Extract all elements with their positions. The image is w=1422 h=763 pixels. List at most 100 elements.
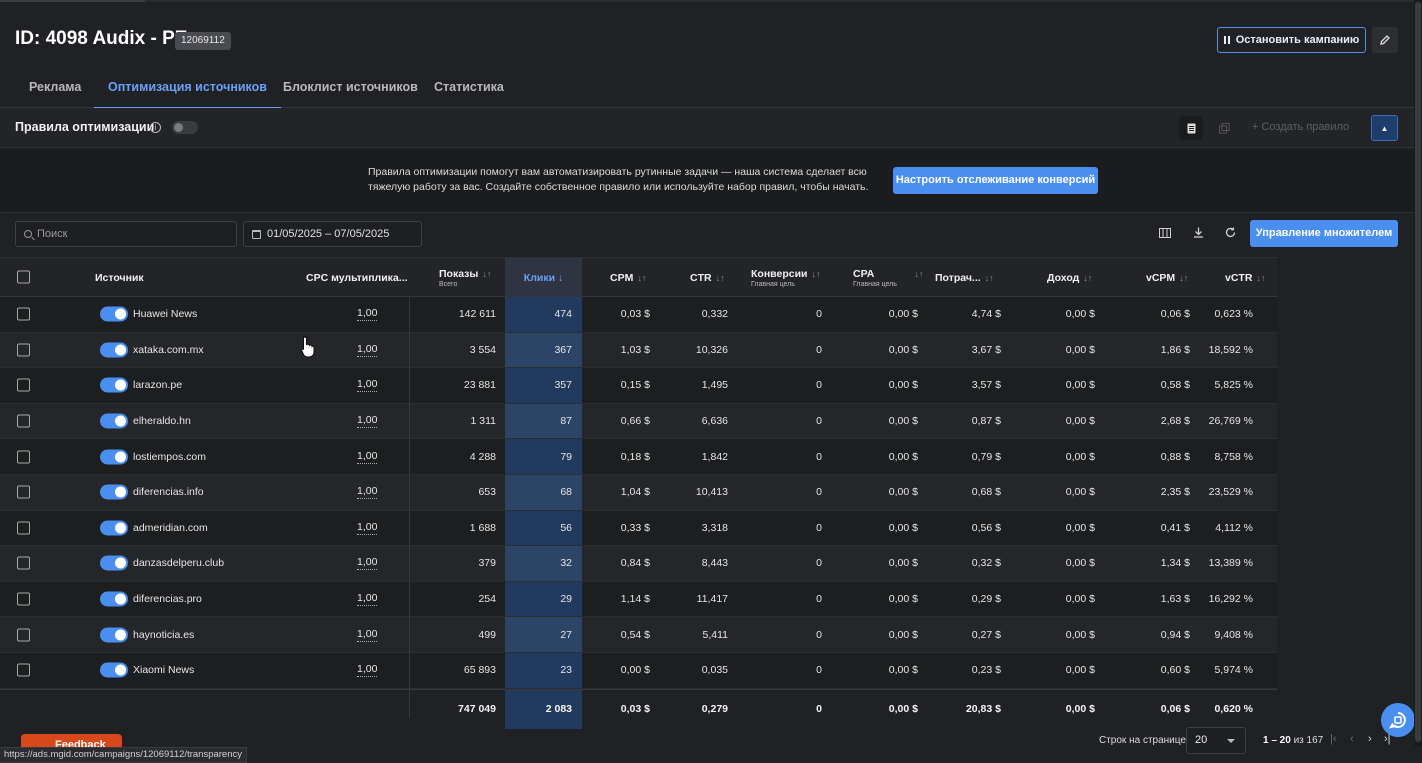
stop-campaign-button[interactable]: Остановить кампанию: [1217, 27, 1366, 53]
source-enabled-toggle[interactable]: [100, 484, 128, 500]
tab-ads[interactable]: Реклама: [29, 66, 81, 108]
source-enabled-toggle[interactable]: [100, 306, 128, 322]
source-name[interactable]: larazon.pe: [133, 368, 182, 403]
manage-multiplier-button[interactable]: Управление множителем: [1250, 220, 1398, 247]
cell-vctr: 26,769 %: [1208, 415, 1253, 428]
row-checkbox[interactable]: [17, 663, 30, 677]
copy-icon: [1218, 122, 1229, 133]
cpc-multiplier-value[interactable]: 1,00: [357, 511, 378, 546]
col-vcpm[interactable]: vCPM ↓↑: [1146, 258, 1188, 297]
cpc-multiplier-value[interactable]: 1,00: [357, 475, 378, 510]
cell-vcpm: 0,41 $: [1160, 521, 1190, 534]
row-checkbox[interactable]: [17, 485, 30, 499]
source-enabled-toggle[interactable]: [100, 377, 128, 393]
source-enabled-toggle[interactable]: [100, 662, 128, 678]
select-all-checkbox[interactable]: [17, 270, 30, 284]
refresh-button[interactable]: [1222, 227, 1238, 241]
source-enabled-toggle[interactable]: [100, 627, 128, 643]
col-clicks[interactable]: Клики ↓: [505, 258, 582, 297]
cell-ctr: 0,035: [701, 664, 728, 677]
source-enabled-toggle[interactable]: [100, 520, 128, 536]
create-rule-button[interactable]: + Создать правило: [1252, 121, 1349, 133]
source-name[interactable]: diferencias.pro: [133, 582, 202, 617]
rules-toggle[interactable]: [172, 121, 198, 134]
tab-source-optimization[interactable]: Оптимизация источников: [94, 66, 281, 109]
source-name[interactable]: danzasdelperu.club: [133, 546, 224, 581]
source-name[interactable]: diferencias.info: [133, 475, 204, 510]
columns-button[interactable]: [1157, 227, 1173, 241]
col-source[interactable]: Источник: [95, 258, 144, 297]
source-name[interactable]: Huawei News: [133, 297, 197, 332]
source-enabled-toggle[interactable]: [100, 555, 128, 571]
cell-cpm: 0,18 $: [620, 450, 650, 463]
download-button[interactable]: [1190, 227, 1206, 241]
rows-per-page-select[interactable]: 20: [1186, 727, 1246, 754]
cpc-multiplier-value[interactable]: 1,00: [357, 617, 378, 652]
source-enabled-toggle[interactable]: [100, 449, 128, 465]
row-checkbox[interactable]: [17, 378, 30, 392]
row-checkbox[interactable]: [17, 450, 30, 464]
cpc-multiplier-value[interactable]: 1,00: [357, 297, 378, 332]
cell-spent: 0,87 $: [971, 415, 1001, 428]
copy-rule-button[interactable]: [1212, 116, 1236, 140]
source-name[interactable]: xataka.com.mx: [133, 333, 204, 368]
cpc-multiplier-value[interactable]: 1,00: [357, 404, 378, 439]
cpc-multiplier-value[interactable]: 1,00: [357, 333, 378, 368]
tab-statistics[interactable]: Статистика: [434, 66, 504, 108]
tab-blocklist[interactable]: Блоклист источников: [283, 66, 418, 108]
cell-vctr: 8,758 %: [1214, 450, 1253, 463]
col-ctr[interactable]: CTR ↓↑: [690, 258, 725, 297]
info-icon[interactable]: i: [150, 122, 161, 133]
cell-revenue: 0,00 $: [1065, 664, 1095, 677]
col-cpm[interactable]: CPM ↓↑: [610, 258, 646, 297]
cell-cpm: 0,15 $: [620, 379, 650, 392]
row-checkbox[interactable]: [17, 307, 30, 321]
source-enabled-toggle[interactable]: [100, 342, 128, 358]
first-page-icon[interactable]: |‹: [1330, 733, 1337, 745]
row-checkbox[interactable]: [17, 628, 30, 642]
search-input[interactable]: [37, 228, 217, 240]
table-row: Xiaomi News 1,00 65 893 23 0,00 $ 0,035 0 0,00 …: [0, 652, 1277, 689]
row-checkbox[interactable]: [17, 343, 30, 357]
cpc-multiplier-value[interactable]: 1,00: [357, 546, 378, 581]
cpc-multiplier-value[interactable]: 1,00: [357, 368, 378, 403]
edit-button[interactable]: [1372, 27, 1398, 53]
row-checkbox[interactable]: [17, 556, 30, 570]
date-range-picker[interactable]: 01/05/2025 – 07/05/2025: [243, 221, 422, 247]
source-name[interactable]: lostiempos.com: [133, 439, 206, 474]
source-name[interactable]: haynoticia.es: [133, 617, 194, 652]
source-name[interactable]: admeridian.com: [133, 511, 208, 546]
source-enabled-toggle[interactable]: [100, 591, 128, 607]
search-box[interactable]: [15, 221, 237, 247]
page-scrollbar[interactable]: [1414, 0, 1422, 747]
rules-list-button[interactable]: [1179, 116, 1203, 140]
collapse-rules-button[interactable]: ▲: [1371, 115, 1398, 141]
source-name[interactable]: Xiaomi News: [133, 653, 194, 688]
cell-vcpm: 0,94 $: [1160, 628, 1190, 641]
col-cpa[interactable]: CPA ↓↑ Главная цель: [853, 258, 923, 297]
col-vctr[interactable]: vCTR ↓↑: [1225, 258, 1265, 297]
next-page-icon[interactable]: ›: [1368, 733, 1372, 745]
col-impressions[interactable]: Показы ↓↑ Всего: [439, 258, 491, 297]
row-checkbox[interactable]: [17, 521, 30, 535]
col-cpc-multiplier[interactable]: CPC мультипликa...: [306, 258, 408, 297]
prev-page-icon[interactable]: ‹: [1350, 733, 1354, 745]
col-conversions[interactable]: Конверсии ↓↑ Главная цель: [751, 258, 820, 297]
row-checkbox[interactable]: [17, 592, 30, 606]
table-toolbar: 01/05/2025 – 07/05/2025 Управление множи…: [0, 213, 1422, 257]
total-vcpm: 0,06 $: [1160, 703, 1190, 716]
cell-revenue: 0,00 $: [1065, 521, 1095, 534]
col-revenue[interactable]: Доход ↓↑: [1047, 258, 1092, 297]
cell-vctr: 18,592 %: [1208, 343, 1253, 356]
setup-conversion-tracking-button[interactable]: Настроить отслеживание конверсий: [893, 167, 1098, 194]
calendar-icon: [252, 229, 261, 239]
cpc-multiplier-value[interactable]: 1,00: [357, 439, 378, 474]
col-spent[interactable]: Потрач... ↓↑: [935, 258, 994, 297]
cpc-multiplier-value[interactable]: 1,00: [357, 582, 378, 617]
source-name[interactable]: elheraldo.hn: [133, 404, 191, 439]
help-chat-button[interactable]: [1381, 703, 1415, 737]
table-row: diferencias.info 1,00 653 68 1,04 $ 10,413 0 0,…: [0, 474, 1277, 511]
source-enabled-toggle[interactable]: [100, 413, 128, 429]
row-checkbox[interactable]: [17, 414, 30, 428]
cpc-multiplier-value[interactable]: 1,00: [357, 653, 378, 688]
